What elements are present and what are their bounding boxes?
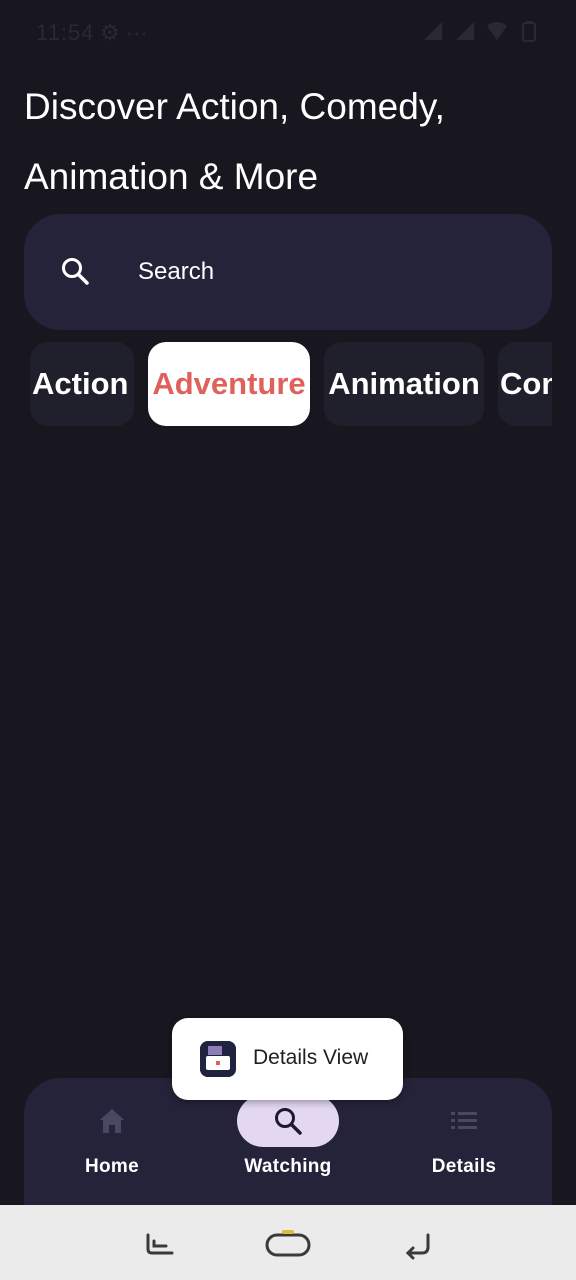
nav-label-home: Home — [85, 1156, 139, 1177]
wifi-icon — [487, 22, 507, 40]
list-icon — [451, 1112, 477, 1129]
nav-item-details[interactable]: Details — [376, 1078, 552, 1205]
status-notification-icons: ⚙ ··· — [100, 20, 148, 45]
signal-icon — [424, 22, 442, 40]
toast: Details View — [172, 1018, 403, 1100]
nav-label-watching: Watching — [244, 1156, 332, 1177]
status-time: 11:54 — [36, 20, 95, 45]
toast-text: Details View — [253, 1046, 369, 1069]
search-icon — [275, 1108, 302, 1135]
search-icon — [62, 258, 89, 285]
genre-chip-action[interactable]: Action — [30, 342, 134, 426]
page-title: Discover Action, Comedy, Animation & Mor… — [24, 86, 445, 197]
search-bar[interactable] — [24, 214, 552, 330]
genre-chip-animation[interactable]: Animation — [324, 342, 484, 426]
genre-chip-comedy[interactable]: Comedy — [498, 342, 552, 426]
signal-icon — [456, 22, 474, 40]
home-button-icon[interactable] — [264, 1227, 312, 1263]
status-bar: 11:54 ⚙ ··· — [0, 0, 576, 64]
home-icon — [100, 1109, 124, 1133]
recents-icon[interactable] — [136, 1227, 184, 1263]
back-icon[interactable] — [394, 1227, 442, 1263]
nav-label-details: Details — [431, 1156, 497, 1177]
genre-chip-adventure[interactable]: Adventure — [148, 342, 310, 426]
app-icon — [200, 1041, 236, 1077]
genre-chips-row: Action Adventure Animation Comedy — [30, 342, 552, 426]
genre-chips[interactable]: Action Adventure Animation Comedy — [30, 342, 552, 426]
system-navigation-bar — [0, 1205, 576, 1280]
nav-item-home[interactable]: Home — [24, 1078, 200, 1205]
status-icons — [422, 20, 540, 42]
search-input[interactable] — [138, 250, 518, 294]
battery-icon — [522, 21, 536, 42]
